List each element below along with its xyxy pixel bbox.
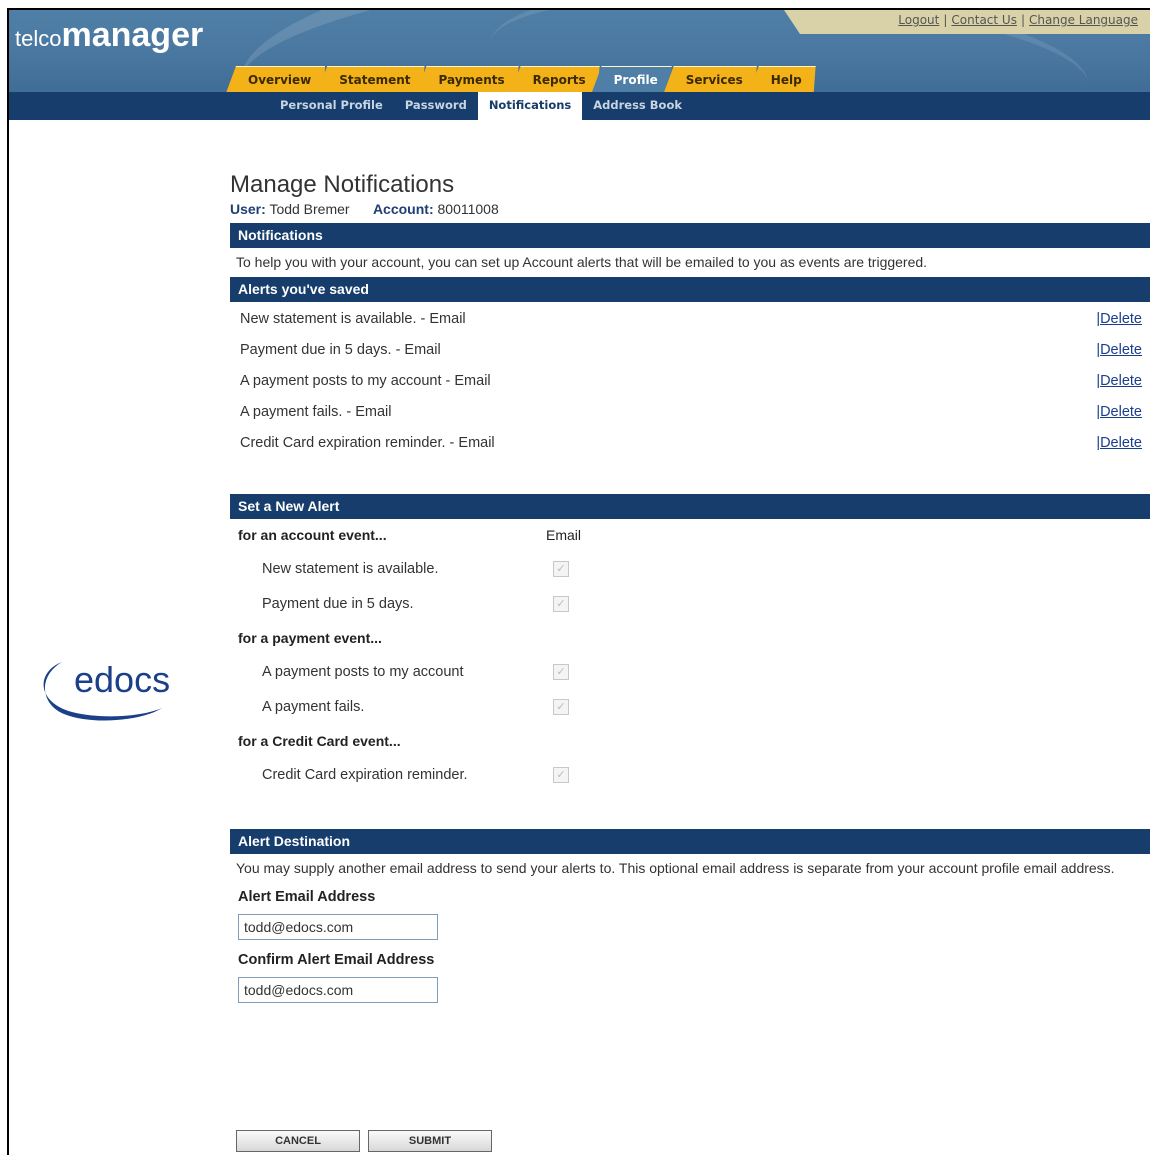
- email-checkbox[interactable]: ✓: [553, 664, 569, 680]
- group-title: for a Credit Card event...: [230, 725, 1150, 758]
- subnav-password[interactable]: Password: [394, 92, 478, 120]
- group-title: for an account event... Email: [230, 519, 1150, 552]
- alert-option: Credit Card expiration reminder. ✓: [230, 758, 1150, 793]
- logo-big-text: manager: [61, 16, 204, 54]
- main-content: Manage Notifications User: Todd Bremer A…: [230, 170, 1150, 1003]
- saved-alert-text: Payment due in 5 days. - Email: [240, 342, 441, 358]
- confirm-email-label: Confirm Alert Email Address: [238, 952, 435, 968]
- alert-option: Payment due in 5 days. ✓: [230, 587, 1150, 622]
- alert-option: A payment fails. ✓: [230, 690, 1150, 725]
- saved-alerts-list: New statement is available. - Email |Del…: [230, 302, 1150, 459]
- saved-alert-text: A payment posts to my account - Email: [240, 373, 491, 389]
- saved-alerts-header: Alerts you've saved: [230, 277, 1150, 302]
- main-tabs: Overview Statement Payments Reports Prof…: [234, 66, 816, 92]
- saved-alert-row: A payment posts to my account - Email |D…: [230, 366, 1150, 397]
- notifications-header: Notifications: [230, 223, 1150, 248]
- subnav-address-book[interactable]: Address Book: [582, 92, 693, 120]
- group-title-text: for an account event...: [238, 527, 387, 543]
- utility-links: Logout | Contact Us | Change Language: [898, 13, 1138, 27]
- user-name: Todd Bremer: [269, 201, 350, 217]
- alert-option: A payment posts to my account ✓: [230, 655, 1150, 690]
- logo-small-text: telco: [15, 26, 62, 51]
- delete-link[interactable]: |Delete: [1096, 428, 1142, 459]
- submit-button[interactable]: SUBMIT: [368, 1130, 492, 1152]
- group-title-text: for a payment event...: [238, 630, 382, 646]
- alert-option-label: Payment due in 5 days.: [262, 596, 414, 612]
- destination-text: You may supply another email address to …: [236, 860, 1115, 876]
- telcomanager-logo[interactable]: telcomanager: [15, 16, 203, 55]
- delete-link[interactable]: |Delete: [1096, 335, 1142, 366]
- alert-option-label: Credit Card expiration reminder.: [262, 767, 468, 783]
- tab-help[interactable]: Help: [749, 66, 816, 92]
- new-alert-header: Set a New Alert: [230, 494, 1150, 519]
- subnav-notifications[interactable]: Notifications: [477, 92, 583, 120]
- delete-link[interactable]: |Delete: [1096, 397, 1142, 428]
- edocs-logo: edocs: [43, 659, 170, 721]
- saved-alert-text: New statement is available. - Email: [240, 311, 466, 327]
- user-label: User:: [230, 201, 266, 217]
- tab-payments[interactable]: Payments: [417, 66, 519, 92]
- confirm-email-input[interactable]: [238, 977, 438, 1003]
- alert-email-input[interactable]: [238, 914, 438, 940]
- saved-alert-row: New statement is available. - Email |Del…: [230, 304, 1150, 335]
- account-label: Account:: [372, 201, 434, 217]
- alert-email-label: Alert Email Address: [238, 889, 376, 905]
- group-title-text: for a Credit Card event...: [238, 733, 401, 749]
- user-account-line: User: Todd Bremer Account: 80011008: [230, 200, 1150, 218]
- util-separator: |: [1020, 13, 1026, 27]
- alert-option-label: A payment posts to my account: [262, 664, 464, 680]
- delete-link[interactable]: |Delete: [1096, 304, 1142, 335]
- alert-option: New statement is available. ✓: [230, 552, 1150, 587]
- tab-overview[interactable]: Overview: [226, 66, 325, 92]
- alert-option-label: A payment fails.: [262, 699, 365, 715]
- account-number: 80011008: [437, 201, 499, 217]
- cancel-button[interactable]: CANCEL: [236, 1130, 360, 1152]
- tab-services[interactable]: Services: [664, 66, 757, 92]
- email-checkbox[interactable]: ✓: [553, 596, 569, 612]
- alert-option-label: New statement is available.: [262, 561, 439, 577]
- group-title: for a payment event...: [230, 622, 1150, 655]
- email-column-label: Email: [546, 527, 582, 543]
- email-checkbox[interactable]: ✓: [553, 767, 569, 783]
- form-buttons: CANCEL SUBMIT: [236, 1130, 492, 1152]
- alert-destination-header: Alert Destination: [230, 829, 1150, 854]
- profile-subnav: Personal Profile Password Notifications …: [9, 92, 1150, 120]
- saved-alert-text: Credit Card expiration reminder. - Email: [240, 435, 495, 451]
- page-title: Manage Notifications: [230, 171, 455, 198]
- saved-alert-text: A payment fails. - Email: [240, 404, 392, 420]
- saved-alert-row: Credit Card expiration reminder. - Email…: [230, 428, 1150, 459]
- saved-alert-row: A payment fails. - Email |Delete: [230, 397, 1150, 428]
- saved-alert-row: Payment due in 5 days. - Email |Delete: [230, 335, 1150, 366]
- email-checkbox[interactable]: ✓: [553, 699, 569, 715]
- logout-link[interactable]: Logout: [898, 13, 939, 27]
- app-header: telcomanager Logout | Contact Us | Change La…: [9, 10, 1150, 92]
- delete-link[interactable]: |Delete: [1096, 366, 1142, 397]
- contact-us-link[interactable]: Contact Us: [951, 13, 1017, 27]
- email-checkbox[interactable]: ✓: [553, 561, 569, 577]
- edocs-logo-text: edocs: [74, 659, 170, 700]
- tab-profile[interactable]: Profile: [592, 66, 672, 92]
- util-separator: |: [943, 13, 948, 27]
- tab-reports[interactable]: Reports: [511, 66, 600, 92]
- utility-bar: Logout | Contact Us | Change Language: [784, 10, 1150, 34]
- change-language-link[interactable]: Change Language: [1029, 13, 1138, 27]
- subnav-personal-profile[interactable]: Personal Profile: [269, 92, 394, 120]
- tab-statement[interactable]: Statement: [317, 66, 424, 92]
- notifications-text: To help you with your account, you can s…: [236, 254, 928, 270]
